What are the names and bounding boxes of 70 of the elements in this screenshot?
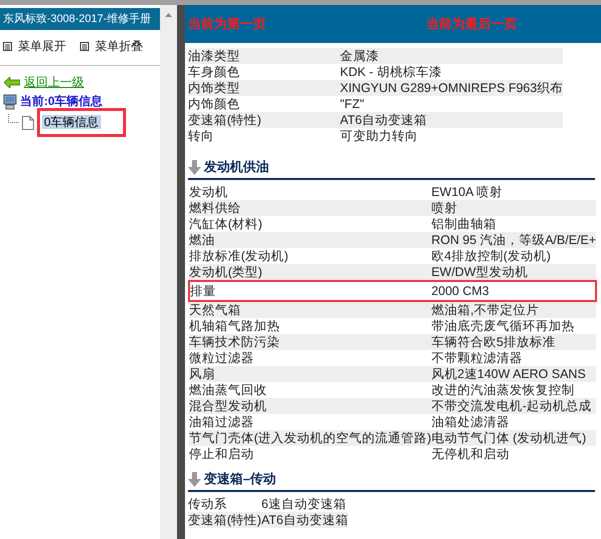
spec-value: 燃油箱,不带定位片 bbox=[431, 301, 596, 318]
spec-label: 车辆技术防污染 bbox=[189, 334, 432, 350]
list-icon bbox=[3, 42, 12, 51]
spec-label: 油箱过滤器 bbox=[189, 414, 432, 430]
spec-value: EW10A 喷射 bbox=[431, 184, 596, 200]
spec-value: 不带颗粒滤清器 bbox=[431, 350, 596, 366]
spec-value: XINGYUN G289+OMNIREPS F963织布 bbox=[340, 80, 563, 96]
spec-label: 转向 bbox=[188, 128, 340, 144]
spec-label: 排量 bbox=[189, 281, 432, 301]
spec-label: 排放标准(发动机) bbox=[189, 248, 432, 264]
back-link[interactable]: 返回上一级 bbox=[24, 74, 84, 91]
spec-label: 风扇 bbox=[189, 366, 432, 382]
spec-label: 天然气箱 bbox=[189, 301, 432, 318]
splitter[interactable] bbox=[177, 5, 185, 539]
sidebar-title: 东风标致-3008-2017-维修手册 bbox=[0, 8, 160, 30]
spec-value: AT6自动变速箱 bbox=[261, 512, 348, 528]
spec-value: 车辆符合欧5排放标准 bbox=[431, 334, 596, 350]
spec-value: EW/DW型发动机 bbox=[431, 264, 596, 281]
spec-label: 燃油蒸气回收 bbox=[189, 382, 432, 398]
spec-value: 金属漆 bbox=[340, 48, 563, 64]
spec-label: 节气门壳体(进入发动机的空气的流通管路) bbox=[189, 430, 432, 446]
spec-label: 车身颜色 bbox=[188, 64, 340, 80]
spec-value: 喷射 bbox=[431, 200, 596, 216]
page-status: 当前为最后一页 bbox=[426, 15, 517, 33]
spec-value: 电动节气门体 (发动机进气) bbox=[431, 430, 596, 446]
spec-value: 2000 CM3 bbox=[431, 281, 596, 301]
spec-value: 改进的汽油蒸发恢复控制 bbox=[431, 382, 596, 398]
list-icon bbox=[80, 42, 89, 51]
menu-link[interactable]: 菜单展开 bbox=[18, 38, 66, 55]
document-icon bbox=[22, 116, 34, 130]
down-arrow-icon bbox=[188, 472, 201, 486]
scroll-up-icon[interactable] bbox=[165, 13, 172, 17]
spec-label: 停止和启动 bbox=[189, 446, 432, 462]
spec-label: 发动机 bbox=[189, 184, 432, 200]
tree-root-label[interactable]: 当前:0车辆信息 bbox=[20, 93, 103, 110]
spec-label: 传动系 bbox=[188, 496, 262, 512]
spec-value: 欧4排放控制(发动机) bbox=[431, 248, 596, 264]
spec-value: 6速自动变速箱 bbox=[261, 496, 348, 512]
spec-label: 微粒过滤器 bbox=[189, 350, 432, 366]
down-arrow-icon bbox=[188, 160, 201, 174]
spec-value: 铝制曲轴箱 bbox=[431, 216, 596, 232]
spec-value: RON 95 汽油，等级A/B/E/E+ bbox=[431, 232, 596, 248]
scrollbar[interactable] bbox=[160, 5, 177, 539]
spec-label: 变速箱(特性) bbox=[188, 512, 262, 528]
section-title: 发动机供油 bbox=[204, 158, 269, 176]
menu-link[interactable]: 菜单折叠 bbox=[95, 38, 143, 55]
spec-label: 燃油 bbox=[189, 232, 432, 248]
spec-value: 可变助力转向 bbox=[340, 128, 563, 144]
spec-label: 变速箱(特性) bbox=[188, 112, 340, 128]
spec-label: 机轴箱气路加热 bbox=[189, 318, 432, 334]
spec-value: 不带交流发电机-起动机总成 bbox=[431, 398, 596, 414]
spec-label: 油漆类型 bbox=[188, 48, 340, 64]
spec-label: 汽缸体(材料) bbox=[189, 216, 432, 232]
spec-value: 风机2速140W AERO SANS bbox=[431, 366, 596, 382]
section-title: 变速箱–传动 bbox=[204, 470, 276, 488]
computer-icon bbox=[3, 94, 17, 110]
spec-value: AT6自动变速箱 bbox=[340, 112, 563, 128]
tree-item[interactable]: 0车辆信息 bbox=[42, 115, 101, 129]
spec-value: 带油底壳废气循环再加热 bbox=[431, 318, 596, 334]
spec-label: 混合型发动机 bbox=[189, 398, 432, 414]
back-arrow-icon bbox=[4, 77, 20, 88]
spec-value: 油箱处滤清器 bbox=[431, 414, 596, 430]
spec-label: 发动机(类型) bbox=[189, 264, 432, 281]
spec-label: 内饰颜色 bbox=[188, 96, 340, 112]
spec-label: 内饰类型 bbox=[188, 80, 340, 96]
spec-value: KDK - 胡桃棕车漆 bbox=[340, 64, 563, 80]
spec-value: "FZ" bbox=[340, 96, 563, 112]
spec-value: 无停机和启动 bbox=[431, 446, 596, 462]
page-status: 当前为第一页 bbox=[187, 15, 267, 33]
spec-label: 燃料供给 bbox=[189, 200, 432, 216]
